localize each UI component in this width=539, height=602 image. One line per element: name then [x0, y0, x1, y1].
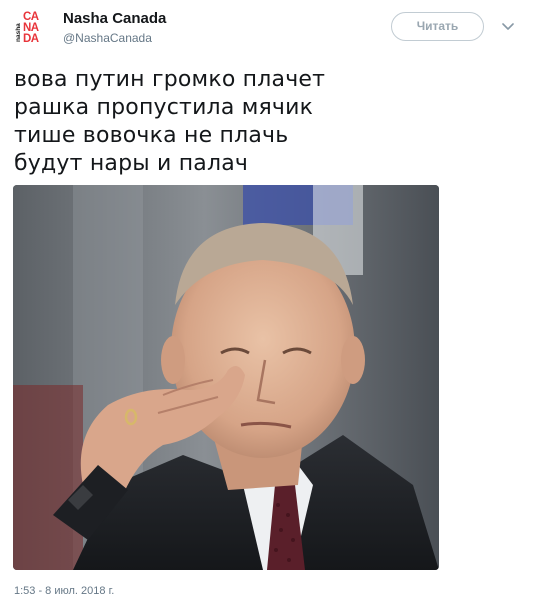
tweet-text: вова путин громко плачет рашка пропустил… — [14, 66, 494, 178]
avatar[interactable]: nasha CA NA DA — [14, 8, 50, 44]
photo-image — [13, 185, 439, 570]
tweet-photo[interactable] — [13, 185, 439, 570]
tweet-timestamp[interactable]: 1:53 - 8 июл. 2018 г. — [14, 584, 114, 598]
author-handle[interactable]: @NashaCanada — [63, 30, 166, 46]
tweet-text-line: тише вовочка не плачь — [14, 123, 289, 148]
author-block[interactable]: Nasha Canada @NashaCanada — [63, 10, 166, 46]
svg-text:nasha: nasha — [15, 23, 22, 42]
nasha-canada-logo: nasha CA NA DA — [14, 8, 50, 44]
tweet-text-line: будут нары и палач — [14, 151, 249, 176]
svg-text:DA: DA — [23, 33, 39, 44]
author-name[interactable]: Nasha Canada — [63, 10, 166, 28]
tweet-text-line: вова путин громко плачет — [14, 67, 326, 92]
tweet-card: nasha CA NA DA Nasha Canada @NashaCanada… — [0, 0, 539, 602]
chevron-down-icon[interactable] — [500, 20, 516, 34]
tweet-text-line: рашка пропустила мячик — [14, 95, 314, 120]
follow-button[interactable]: Читать — [391, 12, 484, 41]
